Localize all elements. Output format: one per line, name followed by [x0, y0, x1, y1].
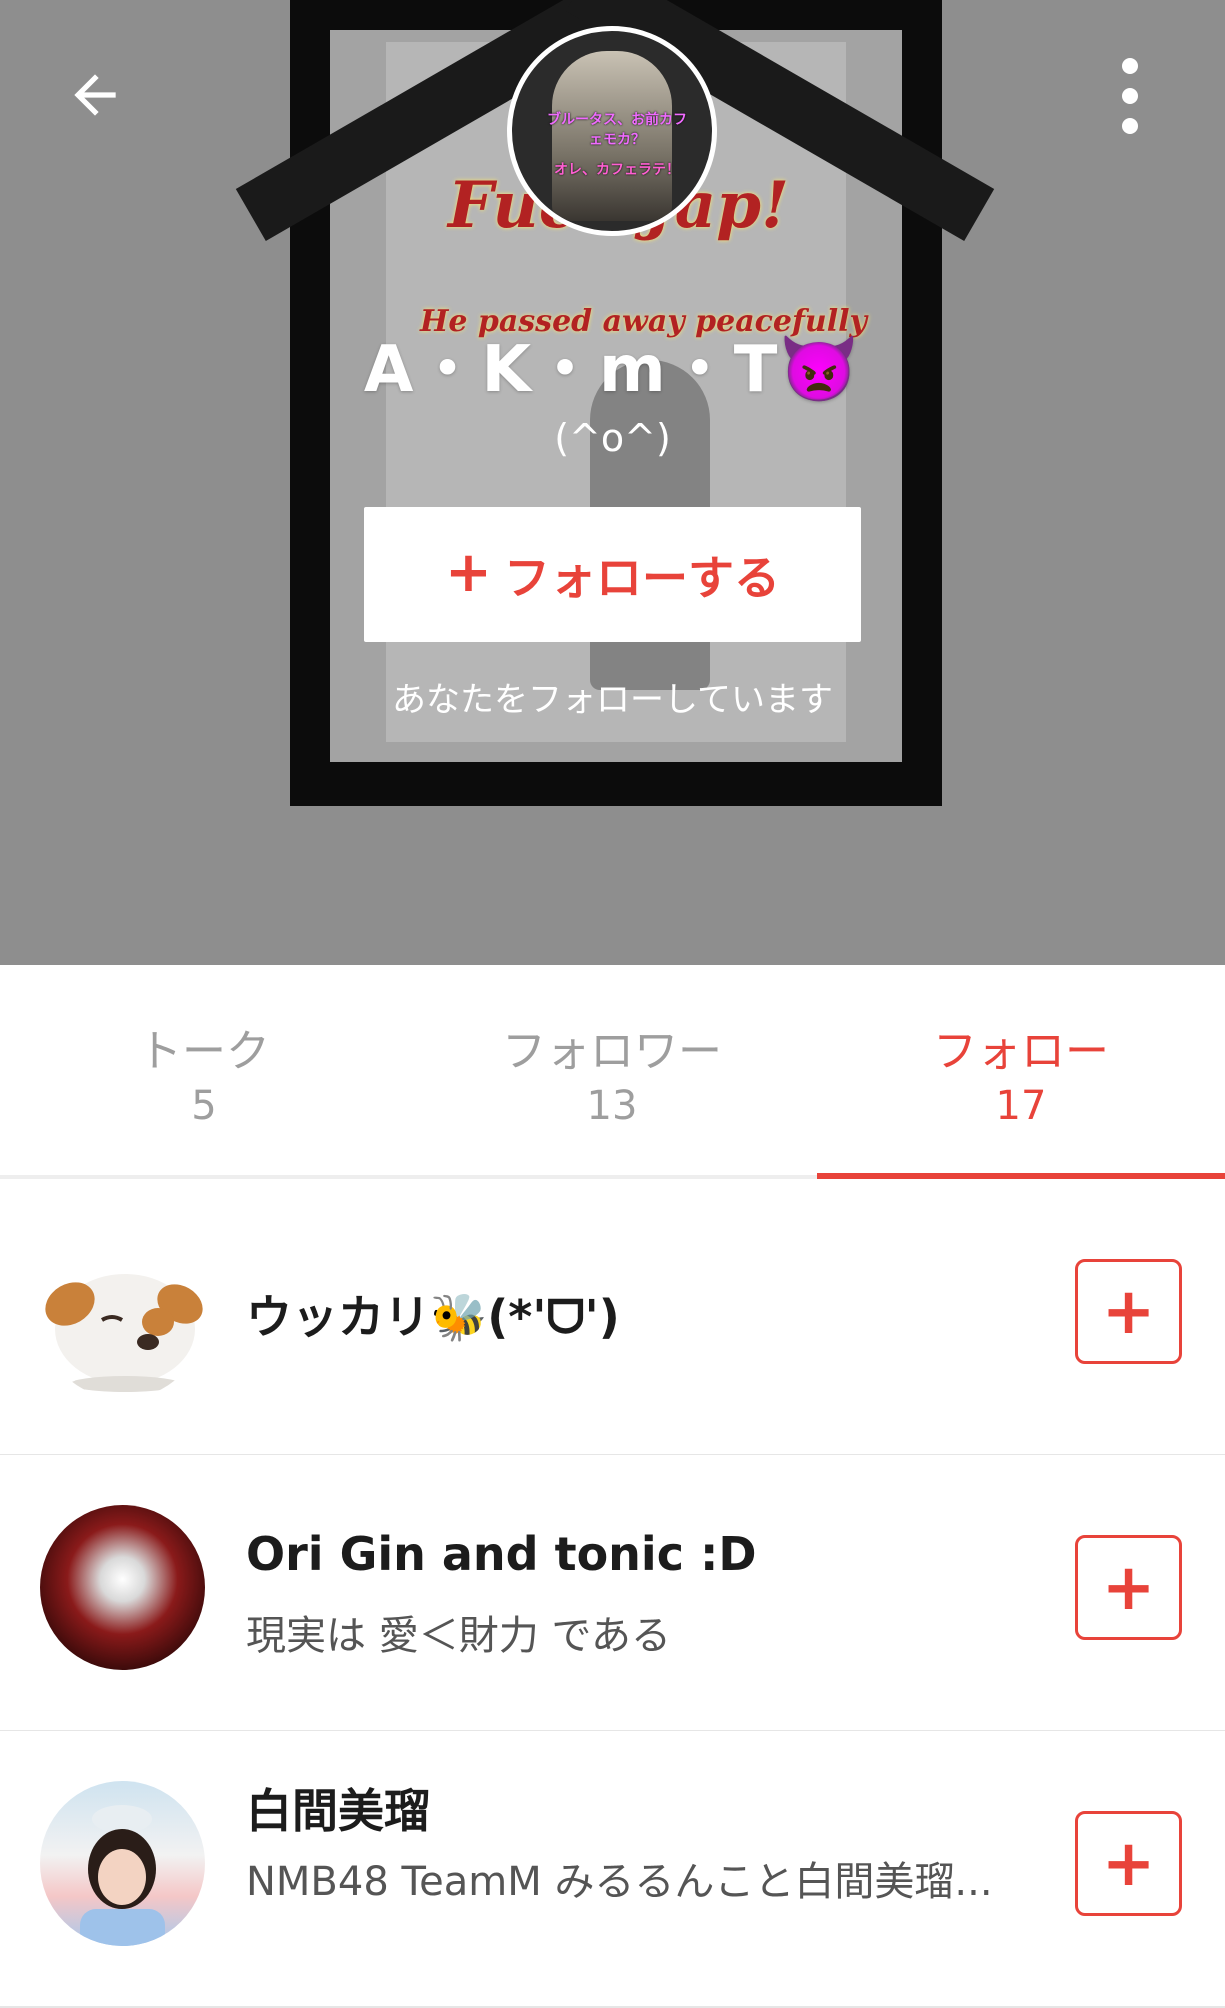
user-status-message: 現実は 愛＜財力 である: [246, 1613, 672, 1659]
tab-count: 17: [995, 1083, 1047, 1129]
red-art-avatar: [40, 1505, 205, 1670]
follow-button[interactable]: + フォローする: [364, 507, 861, 642]
user-name: ウッカリ🐝(*'ᗜ'): [246, 1290, 620, 1344]
arrow-left-icon: [74, 74, 116, 116]
tab-followers[interactable]: フォロワー 13: [408, 965, 816, 1175]
back-button[interactable]: [60, 60, 130, 130]
plus-icon: +: [1101, 1826, 1156, 1901]
more-vertical-icon: [1122, 58, 1138, 134]
tab-following[interactable]: フォロー 17: [817, 965, 1225, 1179]
list-item[interactable]: 白間美瑠 NMB48 TeamM みるるんこと白間美瑠... +: [0, 1731, 1225, 2008]
profile-cover: Fuck Jap! He passed away peacefully ブルータ…: [0, 0, 1225, 965]
tab-count: 5: [191, 1083, 217, 1129]
add-friend-button[interactable]: +: [1075, 1535, 1182, 1640]
profile-tabs: トーク 5 フォロワー 13 フォロー 17: [0, 965, 1225, 1179]
add-friend-button[interactable]: +: [1075, 1811, 1182, 1916]
follows-you-label: あなたをフォローしています: [392, 680, 833, 720]
avatar-caption-2: オレ、カフェラテ！: [554, 162, 680, 178]
list-item[interactable]: ウッカリ🐝(*'ᗜ') +: [0, 1179, 1225, 1456]
tab-count: 13: [586, 1083, 638, 1129]
girl-photo-avatar: [40, 1781, 205, 1946]
plus-icon: +: [1101, 1274, 1156, 1349]
list-item[interactable]: Ori Gin and tonic :D 現実は 愛＜財力 である +: [0, 1455, 1225, 1732]
plus-icon: +: [445, 539, 492, 605]
dog-avatar: [40, 1234, 205, 1399]
status-message: (^o^): [554, 416, 671, 460]
profile-name: A・K・m・T👿: [363, 333, 862, 407]
plus-icon: +: [1101, 1550, 1156, 1625]
profile-avatar[interactable]: ブルータス、お前カフェモカ？ オレ、カフェラテ！: [507, 26, 717, 236]
tab-talk[interactable]: トーク 5: [0, 965, 408, 1175]
add-friend-button[interactable]: +: [1075, 1259, 1182, 1364]
user-name: 白間美瑠: [246, 1784, 430, 1838]
follow-button-label: フォローする: [503, 550, 780, 605]
user-status-message: NMB48 TeamM みるるんこと白間美瑠...: [246, 1859, 993, 1905]
tab-label: フォロー: [933, 1026, 1109, 1077]
user-name: Ori Gin and tonic :D: [246, 1527, 757, 1581]
tab-label: フォロワー: [502, 1026, 722, 1077]
avatar-caption: ブルータス、お前カフェモカ？: [547, 112, 687, 148]
tab-label: トーク: [138, 1026, 270, 1077]
more-menu-button[interactable]: [1100, 56, 1160, 136]
